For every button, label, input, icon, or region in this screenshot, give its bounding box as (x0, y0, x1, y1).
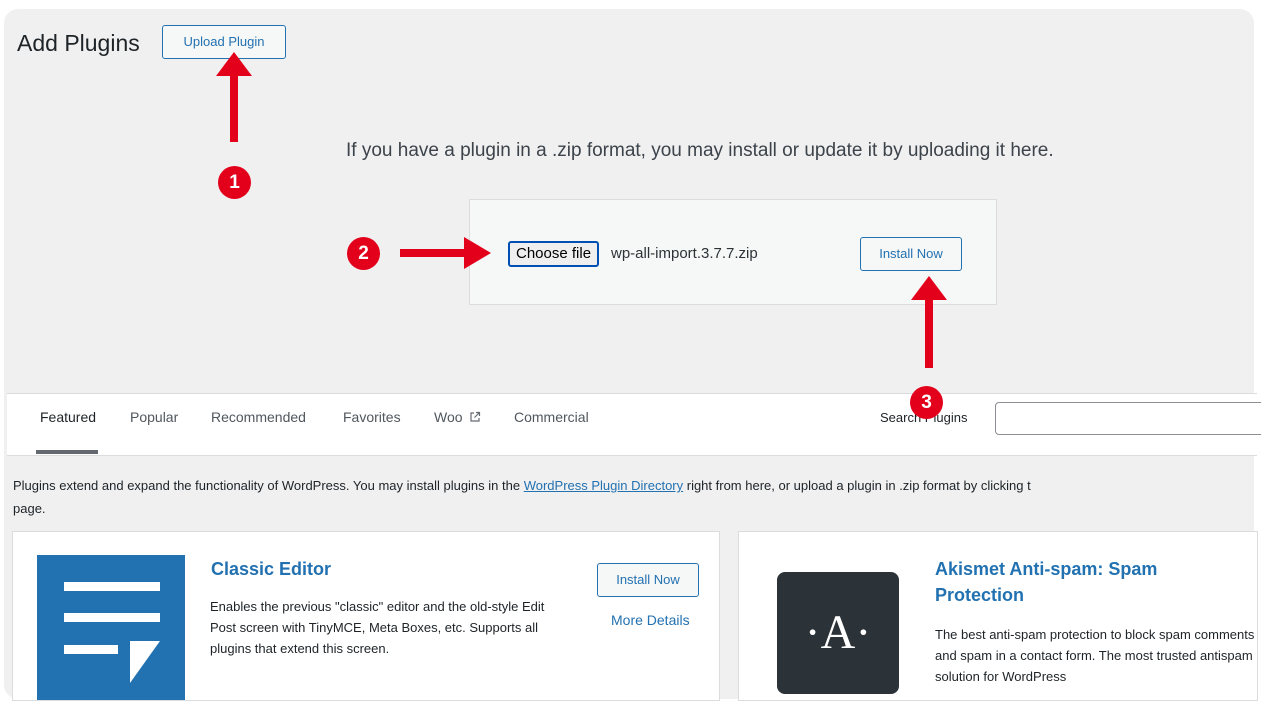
arrow-2-head (464, 237, 491, 269)
arrow-3-head (911, 276, 947, 300)
step-3-badge: 3 (910, 386, 943, 419)
step-1-badge: 1 (218, 166, 251, 199)
arrow-1-head (216, 52, 252, 76)
arrow-3-shaft (925, 294, 933, 368)
arrow-2-shaft (400, 249, 468, 257)
step-2-badge: 2 (347, 237, 380, 270)
annotation-arrows (216, 52, 947, 368)
arrow-1-shaft (230, 70, 238, 142)
